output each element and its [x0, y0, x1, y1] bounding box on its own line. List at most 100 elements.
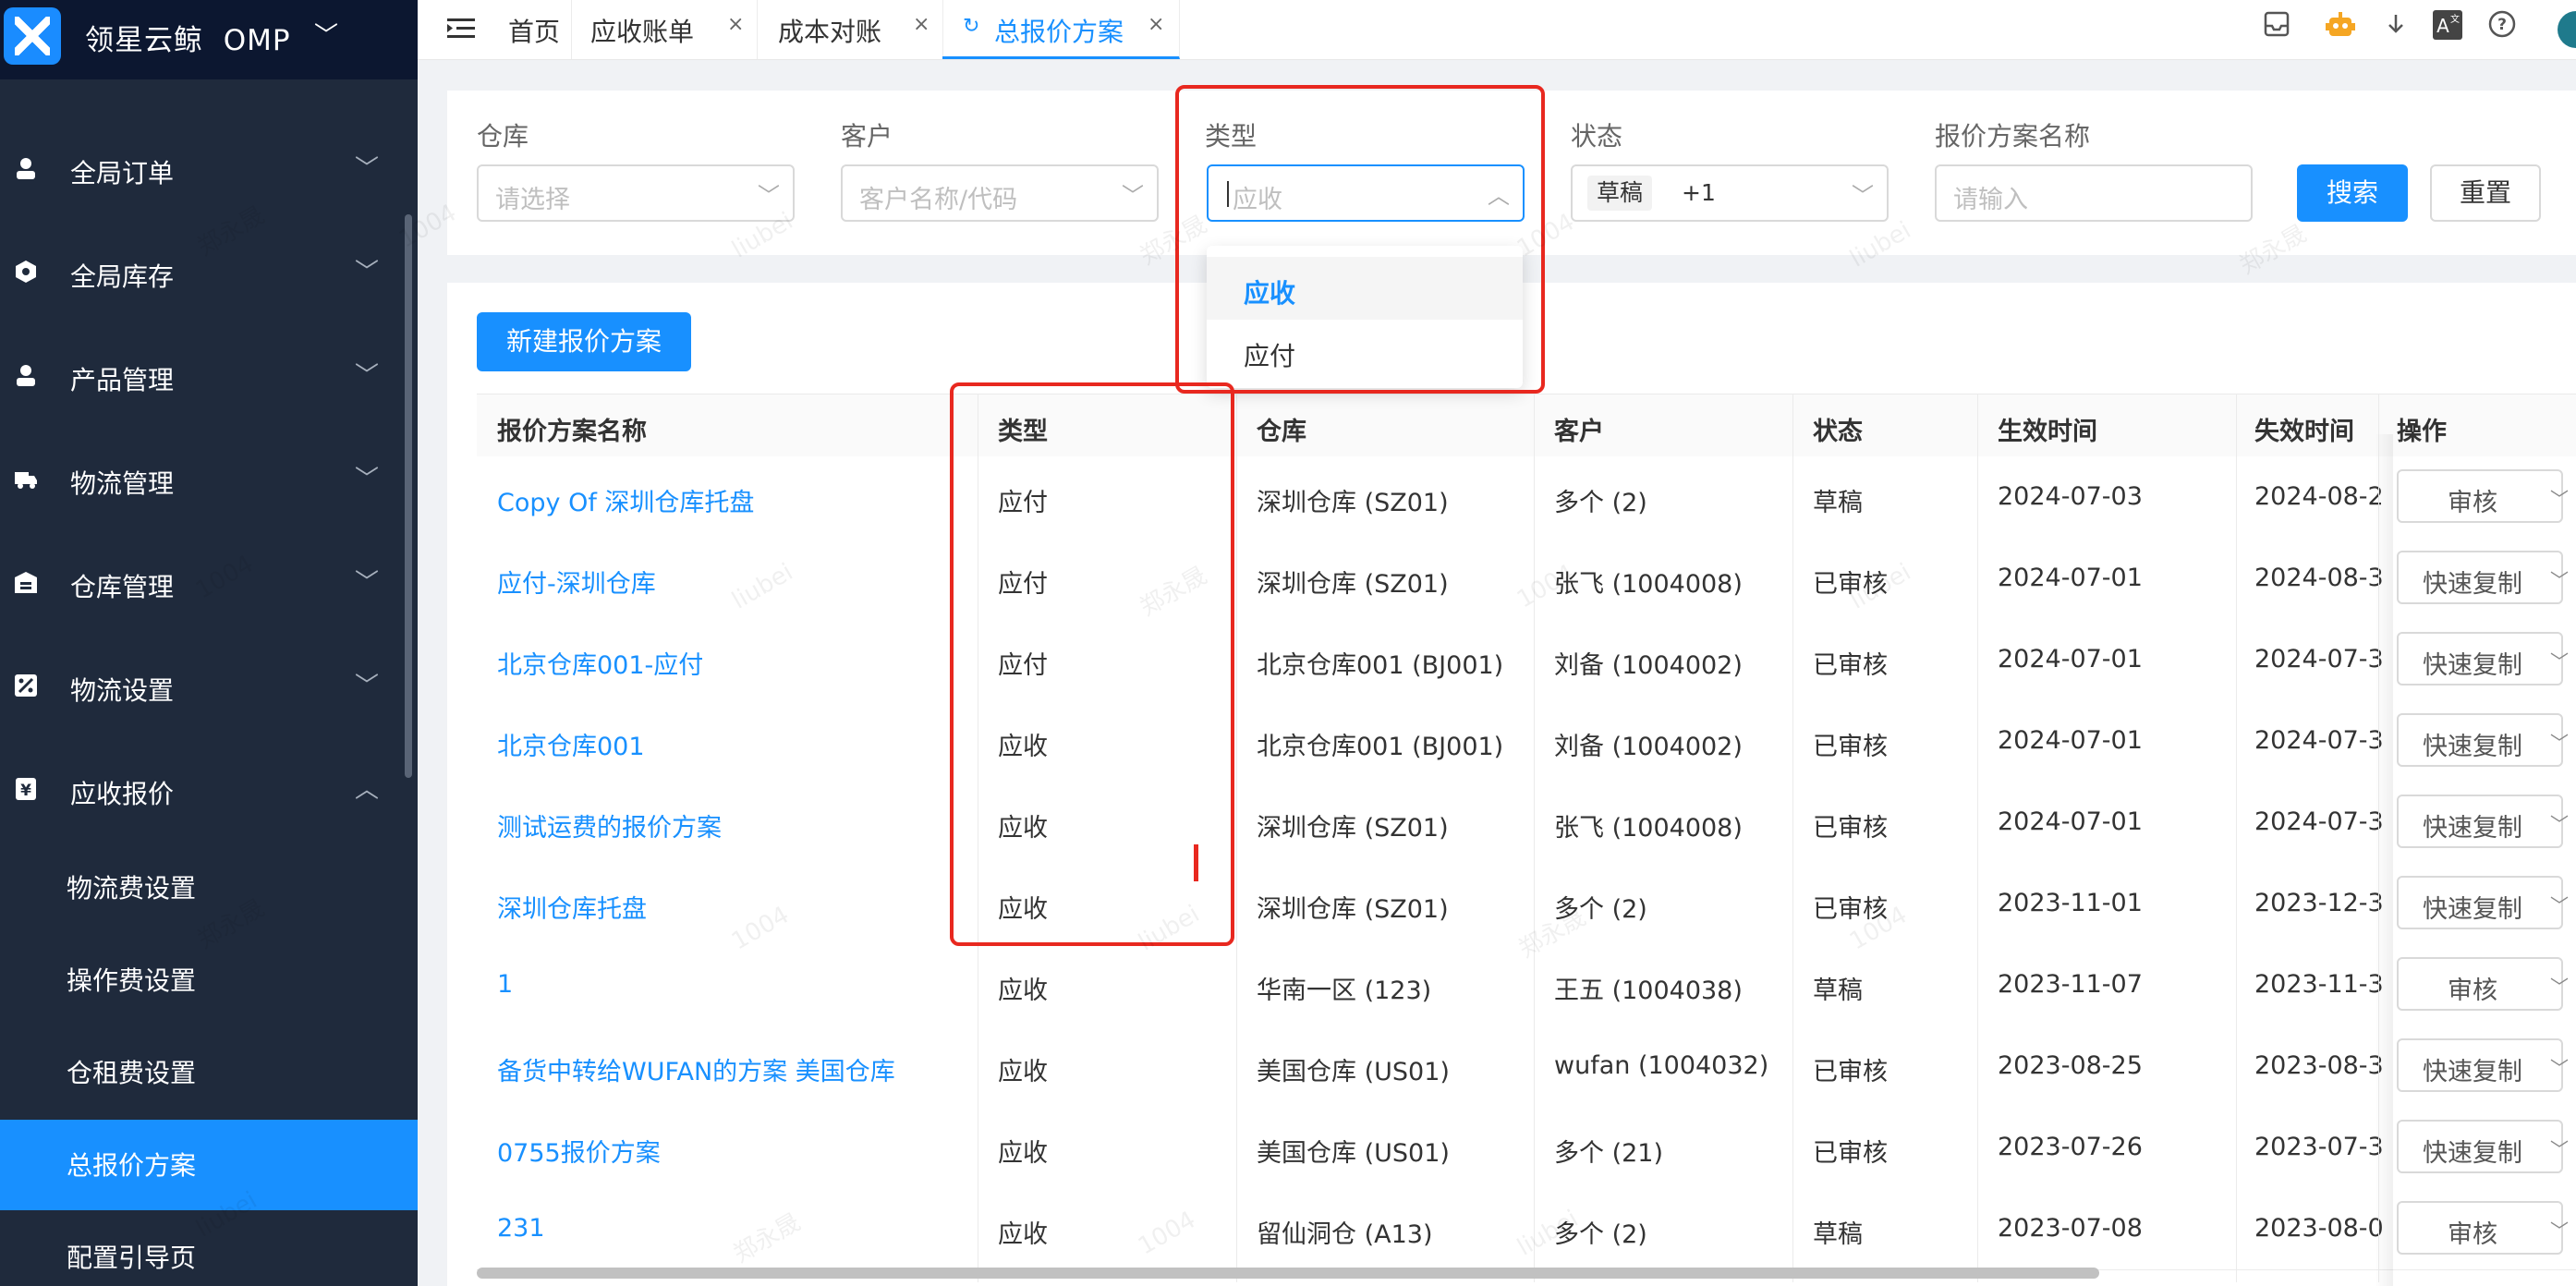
sidebar-item-label: 全局订单 [70, 158, 175, 188]
annotation-box-type-column [950, 382, 1234, 946]
tab-bar: 首页 应收账单 × 成本对账 × ↻ 总报价方案 × A文 ? [418, 0, 2576, 60]
quote-name-link[interactable]: 深圳仓库托盘 [497, 889, 647, 925]
search-button-label: 搜索 [2326, 177, 2378, 208]
row-action-button[interactable]: 审核 ﹀ [2397, 469, 2569, 523]
quote-name-link[interactable]: 应付-深圳仓库 [497, 564, 656, 600]
row-action-button[interactable]: 快速复制 ﹀ [2397, 1120, 2569, 1173]
yen-icon: ¥ [13, 776, 39, 802]
start-date-cell: 2024-07-01 [1998, 726, 2143, 755]
chevron-down-icon[interactable]: ﹀ [2550, 809, 2569, 836]
annotation-box-type-filter [1175, 85, 1545, 394]
sidebar-item-logistics-settings[interactable]: 物流设置 ﹀ [0, 654, 407, 719]
tab-receivable-bill[interactable]: 应收账单 × [572, 0, 758, 59]
row-action-button[interactable]: 快速复制 ﹀ [2397, 876, 2569, 929]
tab-cost-reconciliation[interactable]: 成本对账 × [758, 0, 943, 59]
start-date-cell: 2024-07-03 [1998, 482, 2143, 511]
sidebar-scrollbar[interactable] [405, 214, 412, 778]
column-divider [2236, 394, 2237, 1282]
sidebar-subitem-storage-fee[interactable]: 仓租费设置 [0, 1027, 418, 1118]
truck-icon [13, 466, 39, 491]
column-divider [1792, 394, 1793, 1282]
status-cell: 已审核 [1813, 733, 1888, 761]
warehouse-label: 仓库 [477, 121, 529, 152]
customer-cell: 王五 (1004038) [1554, 977, 1743, 1005]
translate-icon[interactable]: A文 [2432, 9, 2463, 48]
inbox-icon[interactable] [2262, 9, 2291, 46]
chevron-down-icon[interactable]: ﹀ [2550, 1134, 2569, 1161]
customer-label: 客户 [841, 121, 893, 152]
row-action-button[interactable]: 快速复制 ﹀ [2397, 632, 2569, 685]
quote-name-link[interactable]: Copy Of 深圳仓库托盘 [497, 482, 754, 518]
close-icon[interactable]: × [913, 13, 930, 36]
start-date-cell: 2023-08-25 [1998, 1051, 2143, 1080]
chevron-down-icon[interactable]: ﹀ [2550, 565, 2569, 592]
quote-name-input[interactable]: 请输入 [1935, 164, 2253, 222]
chevron-down-icon[interactable]: ﹀ [2550, 728, 2569, 755]
row-action-button[interactable]: 快速复制 ﹀ [2397, 551, 2569, 604]
sidebar-item-global-orders[interactable]: 全局订单 ﹀ [0, 137, 407, 201]
close-icon[interactable]: × [1148, 13, 1164, 36]
warehouse-cell: 深圳仓库 (SZ01) [1257, 814, 1449, 843]
warehouse-cell: 美国仓库 (US01) [1257, 1058, 1450, 1086]
table-row: 北京仓库001-应付 应付 北京仓库001 (BJ001) 刘备 (1004002) 已… [477, 619, 2576, 701]
menu-fold-icon[interactable] [445, 13, 477, 44]
type-cell: 应收 [998, 1139, 1048, 1168]
row-action-button[interactable]: 快速复制 ﹀ [2397, 795, 2569, 848]
customer-placeholder: 客户名称/代码 [859, 186, 1018, 214]
search-button[interactable]: 搜索 [2297, 164, 2408, 222]
quote-name-link[interactable]: 测试运费的报价方案 [497, 807, 722, 843]
status-tag: 草稿 [1587, 176, 1653, 211]
quote-name-link[interactable]: 0755报价方案 [497, 1133, 661, 1169]
sidebar-item-product-management[interactable]: 产品管理 ﹀ [0, 344, 407, 408]
sidebar-item-label: 仓库管理 [70, 572, 175, 602]
sidebar-item-logistics-management[interactable]: 物流管理 ﹀ [0, 447, 407, 512]
avatar[interactable] [2558, 11, 2576, 48]
row-action-button[interactable]: 审核 ﹀ [2397, 1201, 2569, 1255]
row-action-button[interactable]: 快速复制 ﹀ [2397, 1038, 2569, 1092]
sidebar-subitem-total-quote[interactable]: 总报价方案 [0, 1120, 418, 1210]
tab-home[interactable]: 首页 [492, 0, 572, 59]
customer-cell: 刘备 (1004002) [1554, 651, 1743, 680]
chevron-down-icon[interactable]: ﹀ [2550, 972, 2569, 999]
new-quote-button[interactable]: 新建报价方案 [477, 312, 691, 371]
sidebar: 领星云鲸 OMP ﹀ 全局订单 ﹀ 全局库存 ﹀ 产品管理 ﹀ 物流管理 ﹀ 仓… [0, 0, 418, 1286]
end-date-cell: 2024-08-3 [2254, 564, 2384, 592]
table-header: 报价方案名称 类型 仓库 客户 状态 生效时间 失效时间 操作 [477, 394, 2576, 458]
chevron-down-icon[interactable]: ﹀ [314, 17, 338, 51]
row-action-label: 审核 [2448, 489, 2497, 517]
quote-name-link[interactable]: 北京仓库001 [497, 726, 645, 762]
user-icon [13, 155, 39, 181]
status-select[interactable]: 草稿 +1 ﹀ [1571, 164, 1889, 222]
quote-name-link[interactable]: 1 [497, 970, 513, 999]
chevron-down-icon[interactable]: ﹀ [2550, 1216, 2569, 1243]
chevron-down-icon[interactable]: ﹀ [2550, 647, 2569, 673]
chevron-down-icon[interactable]: ﹀ [2550, 891, 2569, 917]
tab-total-quote[interactable]: ↻ 总报价方案 × [942, 0, 1180, 59]
chevron-down-icon[interactable]: ﹀ [2550, 1053, 2569, 1080]
start-date-cell: 2024-07-01 [1998, 645, 2143, 673]
reset-button[interactable]: 重置 [2430, 164, 2541, 222]
sidebar-item-label: 全局库存 [70, 261, 175, 292]
status-cell: 草稿 [1813, 489, 1863, 517]
chevron-down-icon: ﹀ [355, 259, 380, 286]
close-icon[interactable]: × [727, 13, 744, 36]
quote-name-link[interactable]: 231 [497, 1214, 545, 1243]
quote-name-link[interactable]: 备货中转给WUFAN的方案 美国仓库 [497, 1051, 895, 1087]
tab-label: 总报价方案 [994, 17, 1124, 47]
sidebar-item-receivable-quotes[interactable]: ¥ 应收报价 ︿ [0, 758, 407, 822]
download-icon[interactable] [2382, 9, 2410, 46]
row-action-button[interactable]: 审核 ﹀ [2397, 957, 2569, 1011]
app-name[interactable]: 领星云鲸 OMP [85, 17, 291, 58]
help-icon[interactable]: ? [2487, 9, 2517, 46]
row-action-button[interactable]: 快速复制 ﹀ [2397, 713, 2569, 767]
refresh-icon[interactable]: ↻ [963, 15, 979, 38]
reset-button-label: 重置 [2459, 177, 2511, 208]
chevron-down-icon[interactable]: ﹀ [2550, 484, 2569, 511]
start-date-cell: 2024-07-01 [1998, 807, 2143, 836]
quote-name-link[interactable]: 北京仓库001-应付 [497, 645, 703, 681]
horizontal-scrollbar[interactable] [477, 1268, 2099, 1279]
customer-select[interactable]: 客户名称/代码 ﹀ [841, 164, 1159, 222]
robot-icon[interactable] [2325, 9, 2356, 48]
annotation-mark [1194, 844, 1198, 881]
warehouse-select[interactable]: 请选择 ﹀ [477, 164, 795, 222]
